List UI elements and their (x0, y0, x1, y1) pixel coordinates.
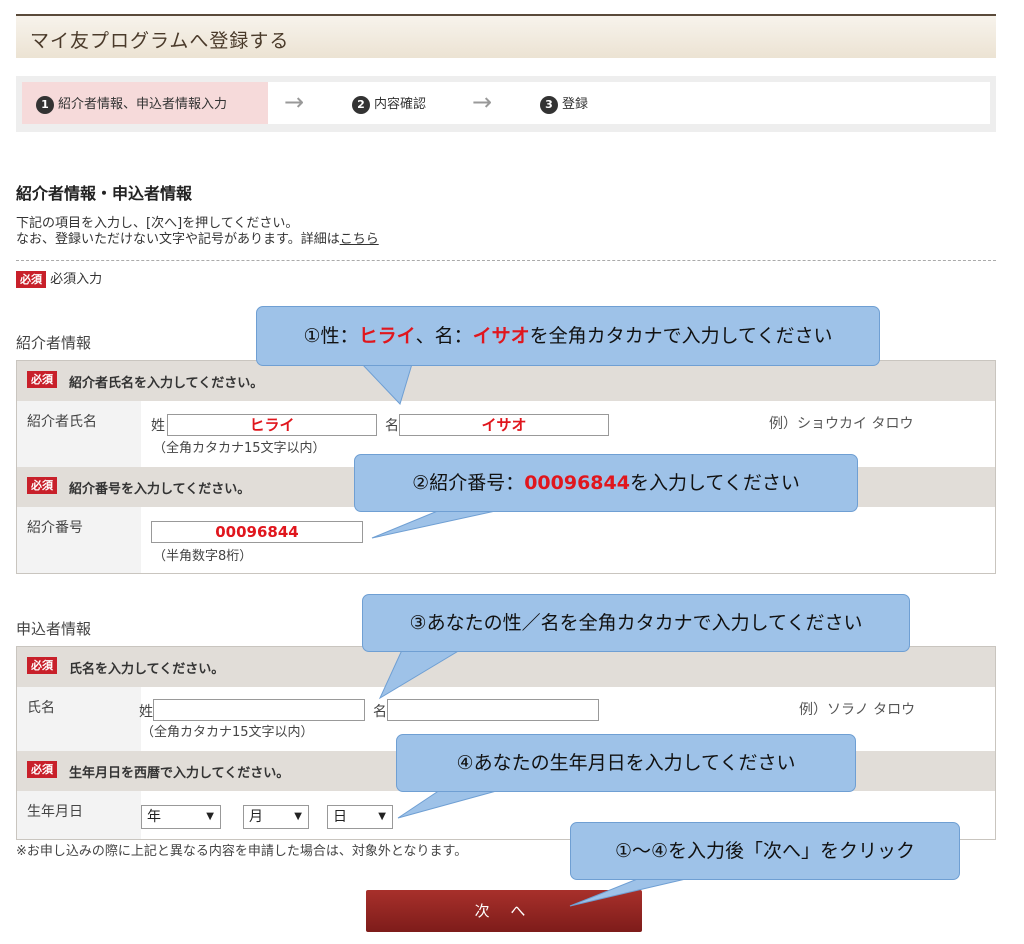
step-3: 3 登録 (540, 93, 588, 114)
number-format-note: （半角数字8桁） (153, 549, 253, 564)
name-format-note: （全角カタカナ15文字以内） (141, 725, 314, 740)
section-title: 紹介者情報・申込者情報 (16, 184, 193, 203)
required-legend: 必須 必須入力 (16, 268, 102, 288)
mei-label: 名 (373, 704, 387, 720)
step-arrow-icon: → (472, 88, 493, 116)
applicant-mei-input[interactable] (387, 699, 599, 721)
chevron-down-icon: ▼ (378, 811, 386, 822)
birth-day-select[interactable]: 日 ▼ (327, 805, 393, 829)
referrer-sei-input[interactable]: ヒライ (167, 414, 377, 436)
step-2: 2 内容確認 (352, 93, 426, 114)
progress-steps: 1 紹介者情報、申込者情報入力 → 2 内容確認 → 3 登録 (16, 76, 996, 132)
callout-2: ②紹介番号：00096844を入力してください (354, 454, 858, 512)
referrer-name-header: 必須 紹介者氏名を入力してください。 (17, 361, 995, 401)
applicant-birth-label: 生年月日 (27, 804, 83, 820)
required-badge: 必須 (27, 761, 57, 778)
sei-label: 姓 (139, 704, 153, 720)
page-title-bar: マイ友プログラムへ登録する (16, 14, 996, 58)
required-badge: 必須 (27, 371, 57, 388)
required-badge: 必須 (27, 657, 57, 674)
callout-4: ④あなたの生年月日を入力してください (396, 734, 856, 792)
step-1: 1 紹介者情報、申込者情報入力 (36, 93, 227, 114)
details-link[interactable]: こちら (340, 232, 379, 247)
applicant-sei-input[interactable] (153, 699, 365, 721)
birth-year-select[interactable]: 年 ▼ (141, 805, 221, 829)
mei-label: 名 (385, 418, 399, 434)
required-badge: 必須 (27, 477, 57, 494)
footnote: ※お申し込みの際に上記と異なる内容を申請した場合は、対象外となります。 (16, 844, 468, 859)
sei-label: 姓 (151, 418, 165, 434)
chevron-down-icon: ▼ (294, 811, 302, 822)
divider (16, 260, 996, 261)
name-example: 例）ショウカイ タロウ (769, 416, 914, 432)
applicant-name-header: 必須 氏名を入力してください。 (17, 647, 995, 687)
callout-3: ③あなたの性／名を全角カタカナで入力してください (362, 594, 910, 652)
referrer-section-label: 紹介者情報 (16, 334, 92, 352)
step-2-label: 内容確認 (374, 97, 427, 112)
callout-1: ①性：ヒライ、名：イサオを全角カタカナで入力してください (256, 306, 880, 366)
referrer-name-label: 紹介者氏名 (27, 414, 97, 430)
required-badge: 必須 (16, 271, 46, 288)
next-button[interactable]: 次 へ (366, 890, 642, 932)
chevron-down-icon: ▼ (206, 811, 214, 822)
step-3-label: 登録 (562, 97, 589, 112)
applicant-name-label: 氏名 (27, 700, 55, 716)
page-title: マイ友プログラムへ登録する (30, 30, 290, 52)
referrer-number-row: 紹介番号 00096844 （半角数字8桁） (17, 507, 995, 573)
referrer-number-input[interactable]: 00096844 (151, 521, 363, 543)
birth-month-select[interactable]: 月 ▼ (243, 805, 309, 829)
name-example: 例）ソラノ タロウ (799, 702, 916, 718)
step-1-label: 紹介者情報、申込者情報入力 (58, 97, 228, 112)
referrer-mei-input[interactable]: イサオ (399, 414, 609, 436)
intro-text: 下記の項目を入力し、[次へ]を押してください。 なお、登録いただけない文字や記号… (16, 216, 379, 247)
name-format-note: （全角カタカナ15文字以内） (153, 441, 326, 456)
referrer-number-label: 紹介番号 (27, 520, 83, 536)
applicant-section-label: 申込者情報 (16, 620, 92, 638)
callout-5: ①～④を入力後「次へ」をクリック (570, 822, 960, 880)
step-arrow-icon: → (284, 88, 305, 116)
